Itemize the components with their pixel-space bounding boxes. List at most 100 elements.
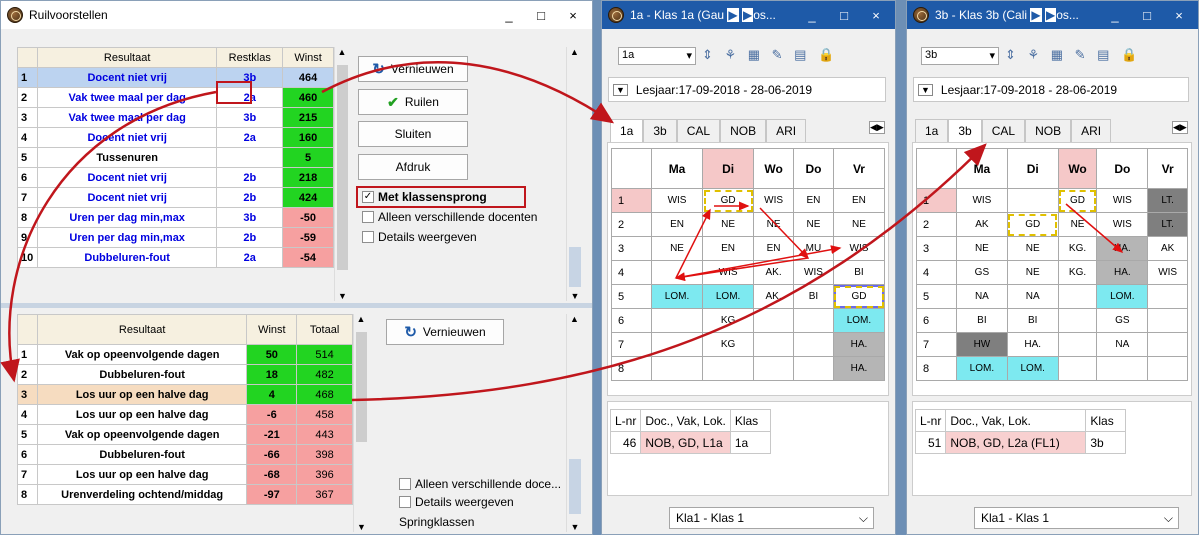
lesson-cell[interactable]: EN	[832, 188, 886, 213]
day-header[interactable]: Do	[1096, 148, 1149, 189]
lesson-cell[interactable]: NE	[753, 212, 795, 237]
checkbox-icon[interactable]	[362, 211, 374, 223]
lesson-cell[interactable]: AK.	[753, 284, 795, 309]
checkbox-icon[interactable]	[399, 478, 411, 490]
lesson-cell[interactable]: BI	[832, 260, 886, 285]
dropdown-arrow-icon[interactable]: ▾	[989, 49, 995, 62]
col-resultaat[interactable]: Resultaat	[36, 47, 218, 68]
tab-scroll-icon[interactable]: ◀▶	[1172, 121, 1188, 134]
nav-arrows-icon[interactable]: ▶	[741, 8, 754, 22]
scroll-down-icon[interactable]: ▼	[335, 291, 350, 301]
close-icon[interactable]: ×	[863, 8, 889, 23]
day-header[interactable]: Ma	[956, 148, 1008, 189]
tab-cal[interactable]: CAL	[981, 119, 1026, 142]
lesson-cell[interactable]	[793, 332, 834, 357]
table-row[interactable]: 8 Urenverdeling ochtend/middag -97 367	[17, 484, 353, 505]
lesson-cell[interactable]: EN	[702, 236, 755, 261]
lesson-cell[interactable]: WIS	[793, 260, 834, 285]
scroll-thumb[interactable]	[569, 247, 581, 287]
lesson-cell[interactable]: WIS	[650, 188, 704, 213]
lesson-cell[interactable]	[1057, 284, 1098, 309]
lesson-cell[interactable]: AK	[956, 212, 1008, 237]
col-totaal[interactable]: Totaal	[296, 314, 353, 345]
lesson-cell[interactable]: HA.	[1096, 236, 1149, 261]
footer-select[interactable]: Kla1 - Klas 1 ⌵	[974, 507, 1179, 529]
scroll-down-icon[interactable]: ▼	[354, 522, 369, 532]
lesson-cell[interactable]: LOM.	[1096, 284, 1149, 309]
checkbox-icon[interactable]	[399, 496, 411, 508]
lesson-cell[interactable]: HA.	[832, 356, 886, 381]
lesson-cell[interactable]: NE	[956, 236, 1008, 261]
table-row[interactable]: 6 Docent niet vrij 2b 218	[17, 167, 334, 188]
close-icon[interactable]: ×	[1166, 8, 1192, 23]
lesson-cell[interactable]: WIS	[702, 260, 755, 285]
tab-1a[interactable]: 1a	[915, 119, 949, 142]
table-row[interactable]: 10 Dubbeluren-fout 2a -54	[17, 247, 334, 268]
lesson-cell[interactable]: NE	[793, 212, 834, 237]
top-table-scrollbar[interactable]: ▲ ▼	[334, 47, 349, 301]
bottom-different-teachers-checkbox[interactable]: Alleen verschillende doce...	[399, 477, 561, 491]
tab-3b[interactable]: 3b	[643, 119, 677, 142]
minimize-icon[interactable]: _	[496, 8, 522, 23]
lesson-cell[interactable]: BI	[956, 308, 1008, 333]
dropdown-arrow-icon[interactable]: ⌵	[1164, 511, 1173, 526]
scroll-thumb[interactable]	[356, 332, 367, 442]
minimize-icon[interactable]: _	[799, 8, 825, 23]
tab-ari[interactable]: ARI	[766, 119, 807, 142]
lesson-cell[interactable]: MU	[793, 236, 834, 261]
bottom-table-scrollbar[interactable]: ▲ ▼	[353, 314, 368, 532]
lesson-cell[interactable]: WIS	[832, 236, 886, 261]
tab-cal[interactable]: CAL	[676, 119, 721, 142]
lesson-desc[interactable]: NOB, GD, L2a (FL1)	[945, 431, 1087, 454]
tab-nob[interactable]: NOB	[1025, 119, 1072, 142]
tab-ari[interactable]: ARI	[1071, 119, 1112, 142]
col-resultaat[interactable]: Resultaat	[36, 314, 248, 345]
scroll-thumb[interactable]	[337, 65, 348, 270]
splitter[interactable]	[1, 303, 592, 308]
lesson-klas[interactable]: 3b	[1085, 431, 1127, 454]
class-select[interactable]: 1a ▾	[618, 47, 696, 65]
dropdown-arrow-icon[interactable]: ▼	[613, 83, 628, 96]
scroll-up-icon[interactable]: ▲	[354, 314, 368, 324]
lesson-cell[interactable]: GD	[702, 188, 755, 213]
lesson-cell[interactable]	[753, 332, 795, 357]
lesson-cell[interactable]	[1147, 284, 1188, 309]
lesson-cell[interactable]: NE	[1006, 260, 1059, 285]
lesson-cell[interactable]: KG	[702, 332, 755, 357]
lesson-cell[interactable]: WIS	[1147, 260, 1188, 285]
table-row[interactable]: 1 Docent niet vrij 3b 464	[17, 67, 334, 88]
lesson-cell[interactable]: GD	[1057, 188, 1098, 213]
class-select[interactable]: 3b ▾	[921, 47, 999, 65]
lesson-cell[interactable]	[702, 356, 755, 381]
lesson-cell[interactable]: HA.	[1006, 332, 1059, 357]
toolbar-icons[interactable]: ⇕ ⚘ ▦ ✎ ▤ 🔒	[702, 47, 838, 63]
lesson-cell[interactable]: HA.	[832, 332, 886, 357]
tab-3b[interactable]: 3b	[948, 119, 982, 142]
scroll-up-icon[interactable]: ▲	[567, 314, 582, 324]
lesson-cell[interactable]: WIS	[1096, 212, 1149, 237]
lesson-cell[interactable]: NE	[1057, 212, 1098, 237]
print-button[interactable]: Afdruk	[358, 154, 468, 180]
lesson-cell[interactable]: NE	[702, 212, 755, 237]
lesson-cell[interactable]	[753, 356, 795, 381]
nav-arrows-icon[interactable]: ▶	[727, 8, 739, 22]
day-header[interactable]: Vr	[1147, 148, 1188, 189]
table-row[interactable]: 7 Docent niet vrij 2b 424	[17, 187, 334, 208]
lesson-klas[interactable]: 1a	[729, 431, 771, 454]
lesson-cell[interactable]: NA	[956, 284, 1008, 309]
lesson-cell[interactable]: LOM.	[832, 308, 886, 333]
day-header[interactable]: Ma	[650, 148, 704, 189]
toolbar-icons[interactable]: ⇕ ⚘ ▦ ✎ ▤ 🔒	[1005, 47, 1141, 63]
lesson-cell[interactable]: NA	[1096, 332, 1149, 357]
lesson-cell[interactable]: GS	[1096, 308, 1149, 333]
tab-1a[interactable]: 1a	[610, 119, 644, 142]
day-header[interactable]: Wo	[753, 148, 795, 189]
swap-button[interactable]: ✔ Ruilen	[358, 89, 468, 115]
lesson-cell[interactable]: LOM.	[650, 284, 704, 309]
lesson-cell[interactable]	[753, 308, 795, 333]
day-header[interactable]: Di	[1006, 148, 1059, 189]
table-row[interactable]: 3 Los uur op een halve dag 4 468	[17, 384, 353, 405]
lesson-cell[interactable]	[1057, 356, 1098, 381]
maximize-icon[interactable]: □	[1134, 8, 1160, 23]
tab-scroll-icon[interactable]: ◀▶	[869, 121, 885, 134]
